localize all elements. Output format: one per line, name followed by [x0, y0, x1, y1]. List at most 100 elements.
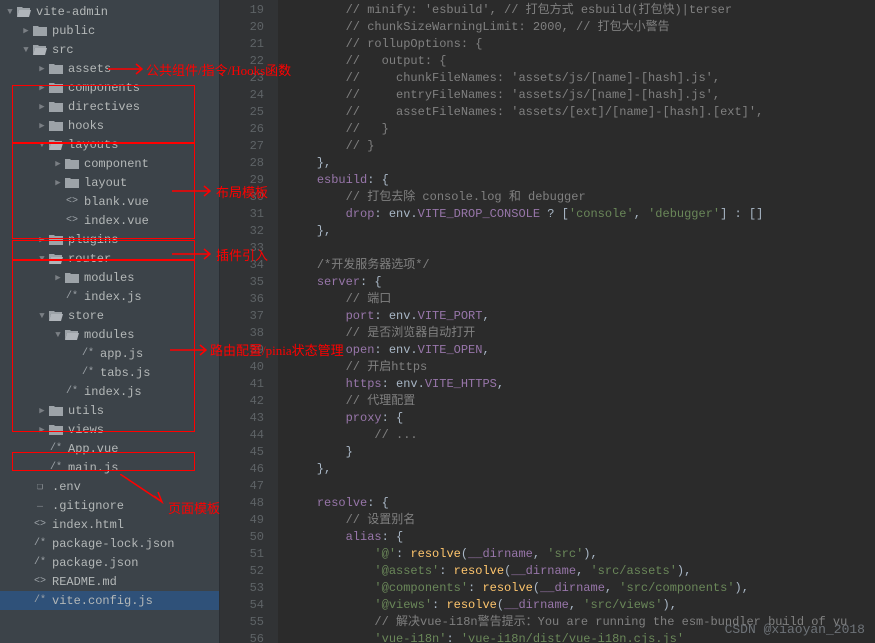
code-line[interactable]: // entryFileNames: 'assets/js/[name]-[ha… [288, 87, 875, 104]
code-line[interactable]: // 是否浏览器自动打开 [288, 325, 875, 342]
code-line[interactable]: open: env.VITE_OPEN, [288, 342, 875, 359]
tree-label: layouts [68, 138, 118, 152]
code-editor[interactable]: 1920212223242526272829303132333435363738… [220, 0, 875, 643]
tree-item-vite-admin[interactable]: ▼vite-admin [0, 2, 219, 21]
code-line[interactable] [288, 478, 875, 495]
code-line[interactable] [288, 240, 875, 257]
tree-item-package-lock-json[interactable]: /*package-lock.json [0, 534, 219, 553]
tree-label: plugins [68, 233, 118, 247]
tree-item-index-js[interactable]: /*index.js [0, 382, 219, 401]
file-icon: <> [32, 519, 48, 530]
file-tree[interactable]: ▼vite-admin▶public▼src▶assets▶components… [0, 0, 220, 643]
tree-item-store[interactable]: ▼store [0, 306, 219, 325]
tree-item-index-html[interactable]: <>index.html [0, 515, 219, 534]
code-line[interactable]: resolve: { [288, 495, 875, 512]
tree-item-hooks[interactable]: ▶hooks [0, 116, 219, 135]
tree-item-index-vue[interactable]: <>index.vue [0, 211, 219, 230]
tree-item-public[interactable]: ▶public [0, 21, 219, 40]
chevron-icon: ▼ [36, 254, 48, 264]
tree-item-directives[interactable]: ▶directives [0, 97, 219, 116]
tree-item-README-md[interactable]: <>README.md [0, 572, 219, 591]
tree-item-plugins[interactable]: ▶plugins [0, 230, 219, 249]
code-line[interactable]: }, [288, 461, 875, 478]
tree-item--env[interactable]: ❏.env [0, 477, 219, 496]
folder-icon [32, 25, 48, 36]
tree-item-views[interactable]: ▶views [0, 420, 219, 439]
tree-item-blank-vue[interactable]: <>blank.vue [0, 192, 219, 211]
tree-label: layout [84, 176, 127, 190]
code-line[interactable]: '@views': resolve(__dirname, 'src/views'… [288, 597, 875, 614]
tree-label: package.json [52, 556, 138, 570]
tree-item-components[interactable]: ▶components [0, 78, 219, 97]
folder-icon [48, 82, 64, 93]
tree-item-App-vue[interactable]: /*App.vue [0, 439, 219, 458]
code-area[interactable]: // minify: 'esbuild', // 打包方式 esbuild(打包… [278, 0, 875, 643]
code-line[interactable]: // ... [288, 427, 875, 444]
code-line[interactable]: }, [288, 155, 875, 172]
tree-label: index.js [84, 385, 142, 399]
line-number: 33 [220, 240, 264, 257]
tree-item--gitignore[interactable]: ….gitignore [0, 496, 219, 515]
code-line[interactable]: port: env.VITE_PORT, [288, 308, 875, 325]
line-number: 36 [220, 291, 264, 308]
code-line[interactable]: // chunkFileNames: 'assets/js/[name]-[ha… [288, 70, 875, 87]
code-line[interactable]: // 开启https [288, 359, 875, 376]
tree-item-layout[interactable]: ▶ layout [0, 173, 219, 192]
tree-item-main-js[interactable]: /*main.js [0, 458, 219, 477]
tree-item-layouts[interactable]: ▼layouts [0, 135, 219, 154]
tree-item-modules[interactable]: ▶modules [0, 268, 219, 287]
line-number: 27 [220, 138, 264, 155]
tree-item-app-js[interactable]: /*app.js [0, 344, 219, 363]
code-line[interactable]: https: env.VITE_HTTPS, [288, 376, 875, 393]
tree-item-router[interactable]: ▼router [0, 249, 219, 268]
chevron-icon: ▶ [52, 178, 64, 188]
tree-item-assets[interactable]: ▶assets [0, 59, 219, 78]
code-line[interactable]: esbuild: { [288, 172, 875, 189]
code-line[interactable]: // 代理配置 [288, 393, 875, 410]
chevron-icon: ▼ [52, 330, 64, 340]
tree-item-src[interactable]: ▼src [0, 40, 219, 59]
code-line[interactable]: '@assets': resolve(__dirname, 'src/asset… [288, 563, 875, 580]
folder-icon [64, 177, 80, 188]
code-line[interactable]: proxy: { [288, 410, 875, 427]
code-line[interactable]: // assetFileNames: 'assets/[ext]/[name]-… [288, 104, 875, 121]
code-line[interactable]: '@': resolve(__dirname, 'src'), [288, 546, 875, 563]
code-line[interactable]: alias: { [288, 529, 875, 546]
code-line[interactable]: '@components': resolve(__dirname, 'src/c… [288, 580, 875, 597]
code-line[interactable]: // 端口 [288, 291, 875, 308]
folder-icon [48, 101, 64, 112]
code-line[interactable]: // minify: 'esbuild', // 打包方式 esbuild(打包… [288, 2, 875, 19]
tree-item-package-json[interactable]: /*package.json [0, 553, 219, 572]
line-number: 25 [220, 104, 264, 121]
code-line[interactable]: } [288, 444, 875, 461]
folder-icon [64, 272, 80, 283]
line-number: 30 [220, 189, 264, 206]
tree-label: src [52, 43, 74, 57]
tree-label: tabs.js [100, 366, 150, 380]
chevron-icon: ▶ [36, 121, 48, 131]
tree-item-tabs-js[interactable]: /*tabs.js [0, 363, 219, 382]
code-line[interactable]: }, [288, 223, 875, 240]
line-number: 40 [220, 359, 264, 376]
tree-item-index-js[interactable]: /*index.js [0, 287, 219, 306]
folder-icon [48, 234, 64, 245]
code-line[interactable]: // 打包去除 console.log 和 debugger [288, 189, 875, 206]
code-line[interactable]: /*开发服务器选项*/ [288, 257, 875, 274]
file-icon: ❏ [32, 481, 48, 493]
code-line[interactable]: // 设置别名 [288, 512, 875, 529]
code-line[interactable]: server: { [288, 274, 875, 291]
tree-item-component[interactable]: ▶component [0, 154, 219, 173]
code-line[interactable]: // } [288, 138, 875, 155]
line-number: 56 [220, 631, 264, 643]
code-line[interactable]: // } [288, 121, 875, 138]
line-number: 42 [220, 393, 264, 410]
code-line[interactable]: // chunkSizeWarningLimit: 2000, // 打包大小警… [288, 19, 875, 36]
code-line[interactable]: // rollupOptions: { [288, 36, 875, 53]
code-line[interactable]: // output: { [288, 53, 875, 70]
file-icon: /* [64, 291, 80, 302]
tree-item-modules[interactable]: ▼modules [0, 325, 219, 344]
tree-item-utils[interactable]: ▶utils [0, 401, 219, 420]
tree-item-vite-config-js[interactable]: /*vite.config.js [0, 591, 219, 610]
folder-icon [48, 253, 64, 264]
code-line[interactable]: drop: env.VITE_DROP_CONSOLE ? ['console'… [288, 206, 875, 223]
